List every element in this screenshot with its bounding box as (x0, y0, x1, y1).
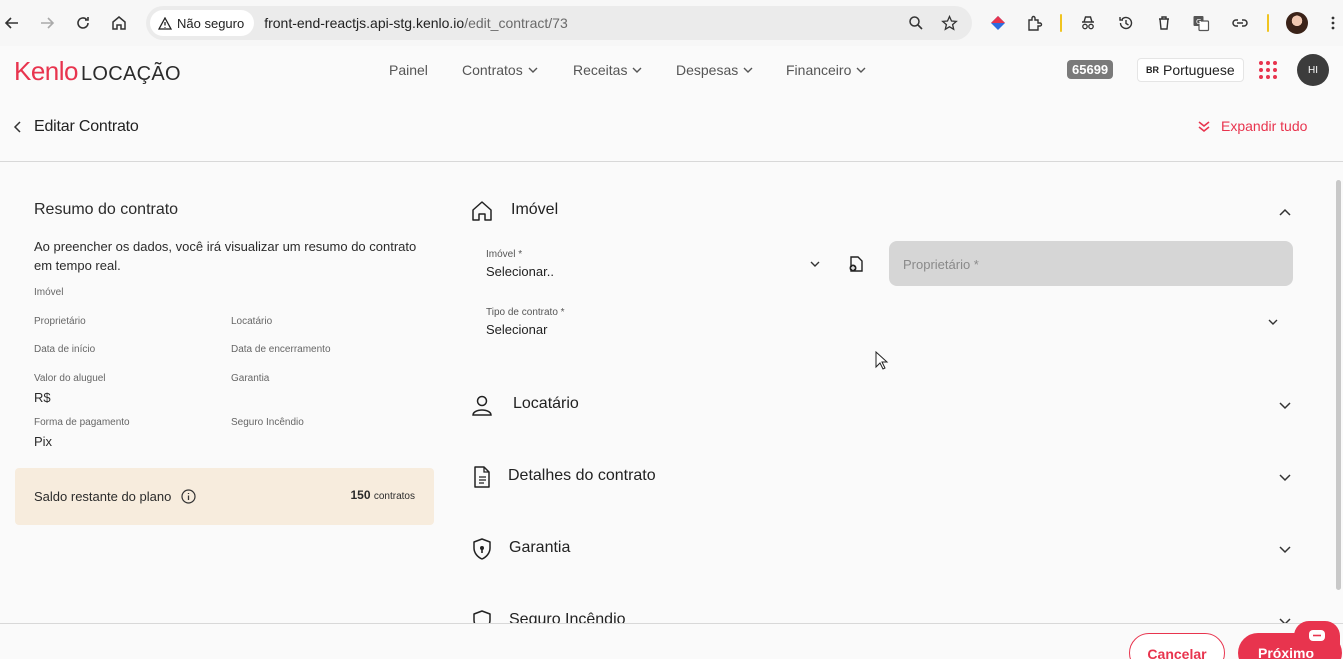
contract-type-value: Selecionar (486, 322, 548, 337)
extension-diamond-icon[interactable] (987, 12, 1009, 34)
language-selector[interactable]: BR Portuguese (1137, 58, 1244, 82)
section-detalhes-header[interactable]: Detalhes do contrato (471, 463, 1301, 493)
summary-description: Ao preencher os dados, você irá visualiz… (34, 239, 417, 273)
home-icon[interactable] (107, 11, 131, 35)
chevron-down-icon (856, 67, 866, 73)
incognito-icon[interactable] (1077, 12, 1099, 34)
nav-painel[interactable]: Painel (389, 62, 428, 78)
page-title: Editar Contrato (34, 118, 139, 135)
toolbar-separator (1060, 14, 1062, 32)
imovel-select-label: Imóvel * (486, 249, 523, 260)
section-garantia-header[interactable]: Garantia (471, 535, 1301, 565)
browser-profile-avatar[interactable] (1286, 12, 1308, 34)
zoom-icon[interactable] (906, 13, 926, 33)
app-header: Kenlo LOCAÇÃO Painel Contratos Receitas … (0, 46, 1343, 94)
extensions-puzzle-icon[interactable] (1024, 12, 1046, 34)
house-icon (472, 201, 492, 221)
bookmark-star-icon[interactable] (939, 13, 959, 33)
summary-data-encerramento-label: Data de encerramento (231, 344, 331, 355)
person-icon (472, 395, 492, 416)
translate-icon[interactable]: G (1190, 12, 1212, 34)
chevron-down-icon (1279, 474, 1291, 482)
chat-icon[interactable] (1294, 621, 1340, 651)
add-document-icon[interactable] (847, 255, 865, 273)
summary-locatario-label: Locatário (231, 316, 273, 327)
chevron-down-icon (1268, 319, 1278, 325)
chevron-down-icon (632, 67, 642, 73)
info-icon[interactable] (181, 489, 196, 504)
form-footer: Cancelar Próximo (0, 623, 1343, 659)
trash-icon[interactable] (1153, 12, 1175, 34)
nav-financeiro[interactable]: Financeiro (786, 62, 867, 78)
toolbar-separator (1267, 14, 1269, 32)
user-avatar[interactable]: HI (1297, 54, 1329, 86)
section-garantia-title: Garantia (509, 539, 571, 556)
nav-despesas[interactable]: Despesas (676, 62, 754, 78)
summary-seguro-incendio-label: Seguro Incêndio (231, 417, 304, 428)
reload-icon[interactable] (71, 11, 95, 35)
chevron-down-icon (1279, 546, 1291, 554)
more-vertical-icon[interactable] (1322, 12, 1343, 34)
warning-icon (158, 16, 172, 30)
owner-input[interactable]: Proprietário * (889, 241, 1293, 286)
browser-toolbar: Não seguro front-end-reactjs.api-stg.ken… (0, 0, 1343, 46)
expand-all-button[interactable]: Expandir tudo (1197, 118, 1307, 134)
summary-data-inicio-label: Data de início (34, 344, 96, 355)
chevron-down-icon (528, 67, 538, 73)
apps-grid-icon[interactable] (1259, 61, 1277, 79)
back-arrow-icon[interactable] (0, 11, 24, 35)
nav-receitas[interactable]: Receitas (573, 62, 643, 78)
account-id-badge: 65699 (1067, 60, 1114, 79)
summary-proprietario-label: Proprietário (34, 316, 86, 327)
summary-valor-aluguel-label: Valor do aluguel (34, 373, 106, 384)
summary-garantia-label: Garantia (231, 373, 270, 384)
summary-content: Resumo do contrato Ao preencher os dados… (15, 186, 434, 468)
security-label: Não seguro (177, 15, 245, 31)
chevron-down-icon (1279, 402, 1291, 410)
history-icon[interactable] (1115, 12, 1137, 34)
page-title-bar: Editar Contrato Expandir tudo (0, 94, 1343, 162)
imovel-select-value: Selecionar.. (486, 264, 554, 279)
cancel-button[interactable]: Cancelar (1129, 633, 1225, 659)
chevron-down-icon (743, 67, 753, 73)
address-bar[interactable]: Não seguro front-end-reactjs.api-stg.ken… (146, 6, 972, 40)
svg-text:G: G (1196, 18, 1201, 26)
forward-arrow-icon[interactable] (35, 11, 59, 35)
double-chevron-down-icon (1198, 121, 1210, 133)
section-imovel-title: Imóvel (511, 201, 559, 218)
contract-type-label: Tipo de contrato * (486, 307, 565, 318)
plan-balance-box: Saldo restante do plano 150 contratos (15, 468, 434, 525)
section-imovel-header[interactable]: Imóvel (471, 197, 1301, 227)
plan-balance-count: 150 contratos (350, 488, 415, 502)
chevron-left-icon[interactable] (10, 118, 26, 136)
document-icon (474, 466, 490, 488)
chevron-up-icon (1279, 208, 1291, 216)
summary-valor-aluguel-value: R$ (34, 390, 51, 405)
chevron-down-icon (810, 261, 820, 267)
language-label: Portuguese (1163, 62, 1235, 78)
page-scrollbar[interactable] (1336, 180, 1341, 590)
url-text: front-end-reactjs.api-stg.kenlo.io/edit_… (264, 15, 568, 31)
mouse-cursor-icon (875, 351, 889, 370)
summary-imovel-label: Imóvel (34, 287, 64, 298)
summary-title: Resumo do contrato (34, 201, 179, 218)
summary-forma-pagamento-label: Forma de pagamento (34, 417, 130, 428)
shield-icon (473, 538, 491, 560)
nav-contratos[interactable]: Contratos (462, 62, 539, 78)
link-icon[interactable] (1229, 12, 1251, 34)
plan-balance-label: Saldo restante do plano (34, 489, 172, 504)
security-chip[interactable]: Não seguro (150, 10, 255, 36)
summary-forma-pagamento-value: Pix (34, 434, 53, 449)
section-locatario-title: Locatário (513, 395, 579, 412)
section-detalhes-title: Detalhes do contrato (508, 467, 656, 484)
section-locatario-header[interactable]: Locatário (471, 391, 1301, 421)
kenlo-logo[interactable]: Kenlo LOCAÇÃO (14, 56, 181, 87)
language-flag: BR (1146, 65, 1159, 75)
